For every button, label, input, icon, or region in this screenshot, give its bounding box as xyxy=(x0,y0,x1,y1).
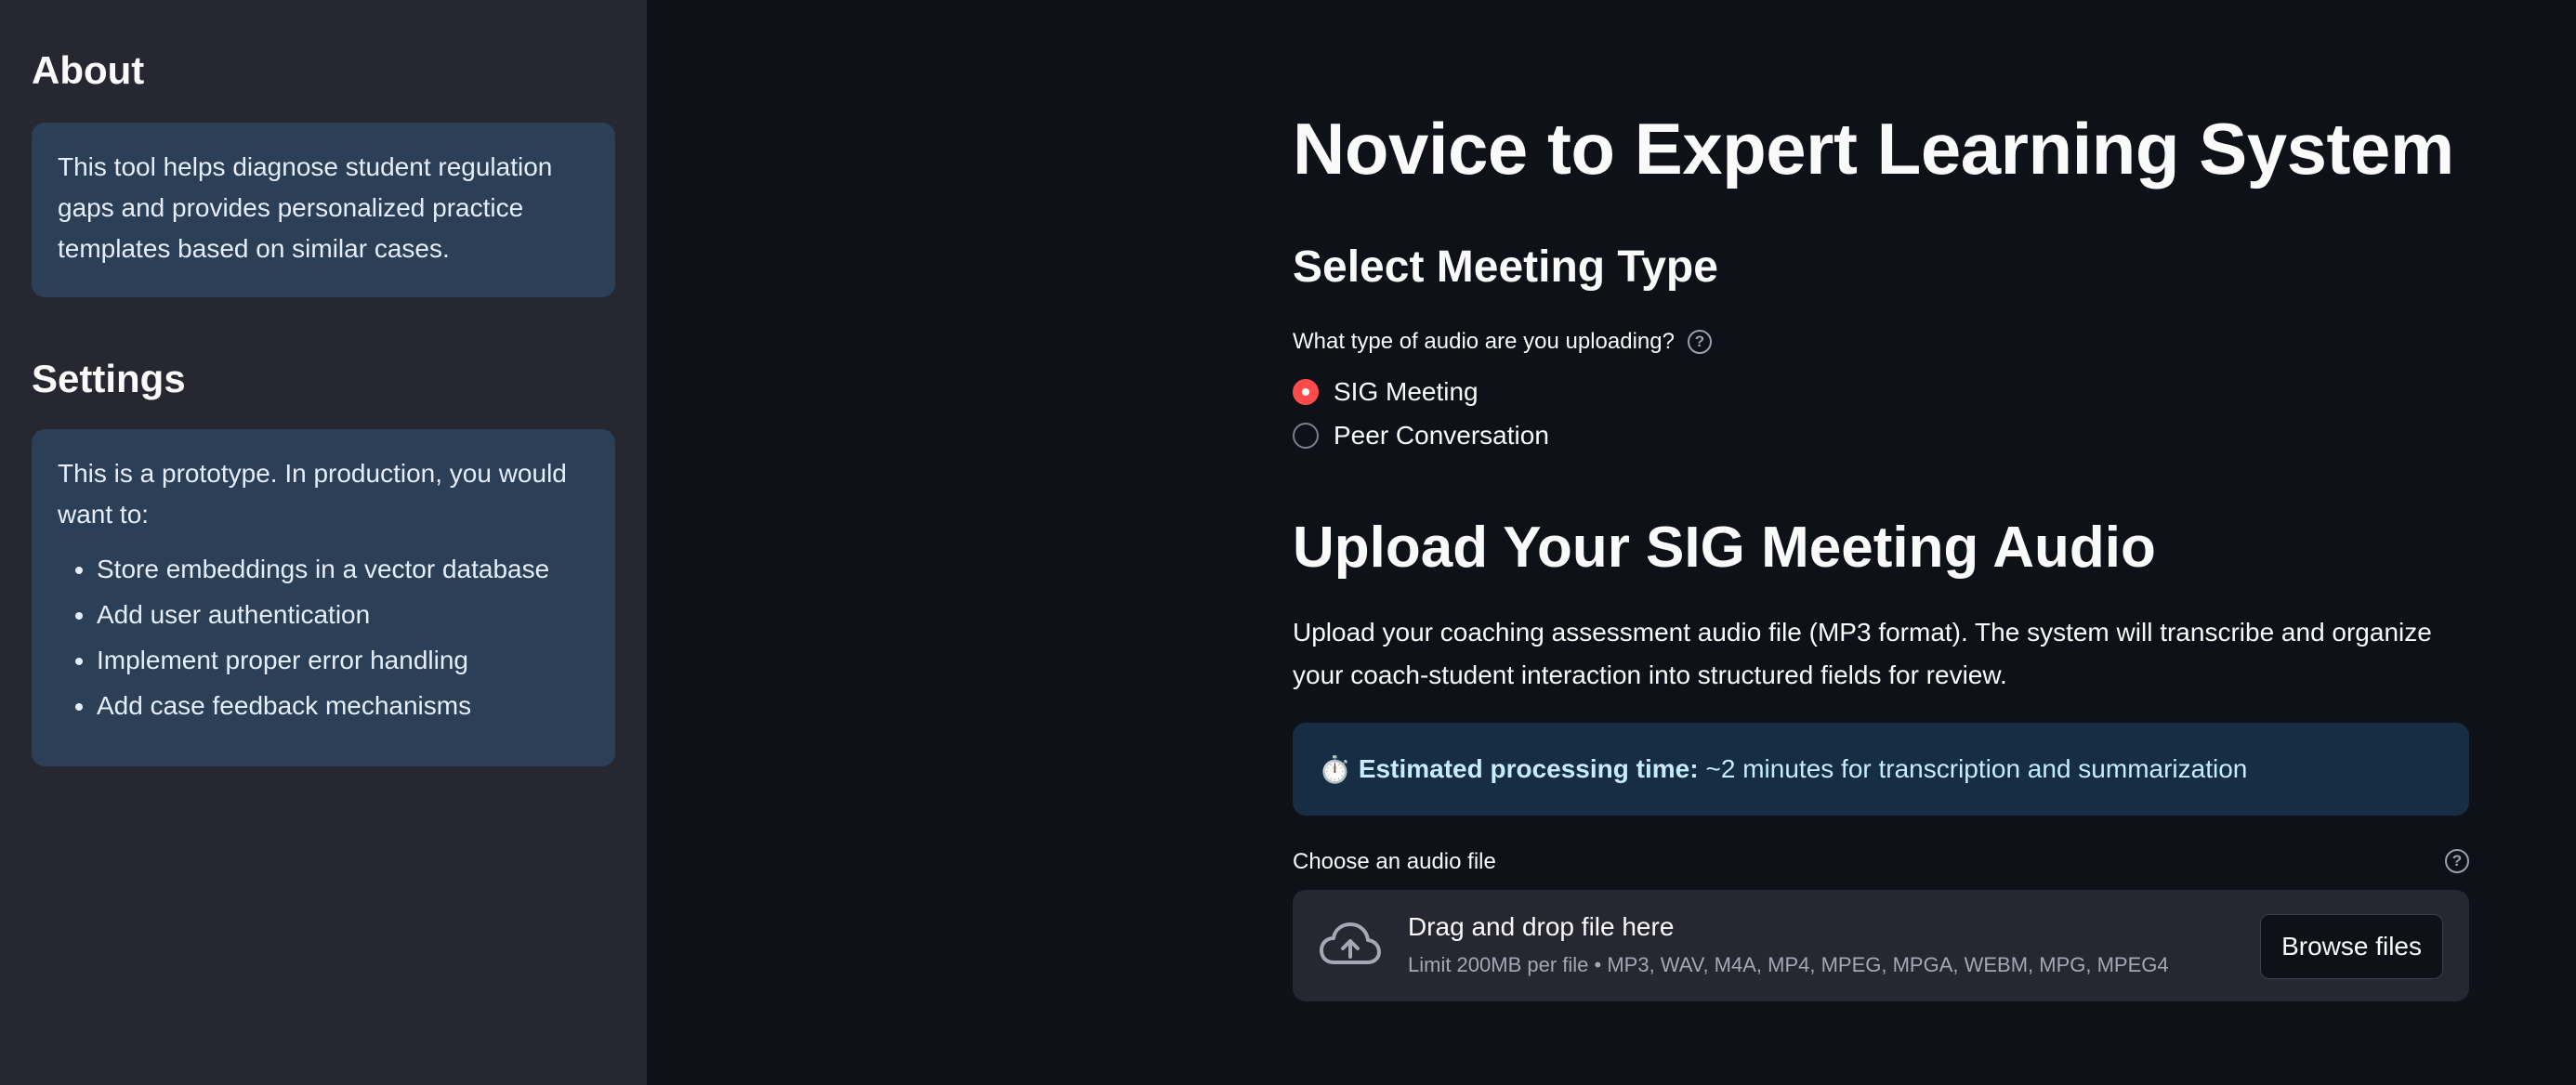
dropzone-title: Drag and drop file here xyxy=(1408,912,1675,941)
app: About This tool helps diagnose student r… xyxy=(0,0,2576,1085)
radio-group-label-text: What type of audio are you uploading? xyxy=(1293,329,1675,354)
radio-label: SIG Meeting xyxy=(1334,377,1479,406)
radio-group-label: What type of audio are you uploading? ? xyxy=(1293,329,1712,355)
upload-heading: Upload Your SIG Meeting Audio xyxy=(1293,516,2156,580)
info-box: ⏱️ Estimated processing time: ~2 minutes… xyxy=(1293,723,2469,816)
about-box: This tool helps diagnose student regulat… xyxy=(32,123,615,297)
list-item: Add user authentication xyxy=(97,592,589,637)
sidebar: About This tool helps diagnose student r… xyxy=(0,0,647,1085)
main-content: Novice to Expert Learning System Select … xyxy=(1293,0,2469,1085)
info-bold-text: Estimated processing time: xyxy=(1358,754,1699,783)
list-item: Implement proper error handling xyxy=(97,637,589,683)
radio-label: Peer Conversation xyxy=(1334,421,1549,450)
help-icon[interactable]: ? xyxy=(1687,330,1712,354)
settings-box: This is a prototype. In production, you … xyxy=(32,429,615,766)
radio-unselected-icon[interactable] xyxy=(1293,423,1319,449)
settings-intro: This is a prototype. In production, you … xyxy=(58,459,567,529)
help-icon[interactable]: ? xyxy=(2445,849,2469,873)
file-uploader-label: Choose an audio file xyxy=(1293,849,1496,874)
upload-description: Upload your coaching assessment audio fi… xyxy=(1293,618,2432,689)
cloud-upload-icon xyxy=(1320,922,1381,964)
info-text: ~2 minutes for transcription and summari… xyxy=(1705,754,2248,783)
settings-list: Store embeddings in a vector database Ad… xyxy=(58,546,589,728)
select-meeting-heading: Select Meeting Type xyxy=(1293,242,1718,292)
list-item: Add case feedback mechanisms xyxy=(97,683,589,728)
list-item: Store embeddings in a vector database xyxy=(97,546,589,592)
radio-peer-conversation[interactable]: Peer Conversation xyxy=(1293,421,1549,451)
radio-sig-meeting[interactable]: SIG Meeting xyxy=(1293,377,1479,407)
settings-heading: Settings xyxy=(32,357,186,400)
stopwatch-icon: ⏱️ xyxy=(1319,754,1351,784)
browse-files-button[interactable]: Browse files xyxy=(2260,914,2443,979)
page-title: Novice to Expert Learning System xyxy=(1293,108,2454,190)
radio-selected-icon[interactable] xyxy=(1293,379,1319,405)
about-heading: About xyxy=(32,48,145,92)
file-dropzone[interactable]: Drag and drop file here Limit 200MB per … xyxy=(1293,890,2469,1001)
dropzone-limit: Limit 200MB per file • MP3, WAV, M4A, MP… xyxy=(1408,953,2169,976)
about-text: This tool helps diagnose student regulat… xyxy=(58,152,553,263)
